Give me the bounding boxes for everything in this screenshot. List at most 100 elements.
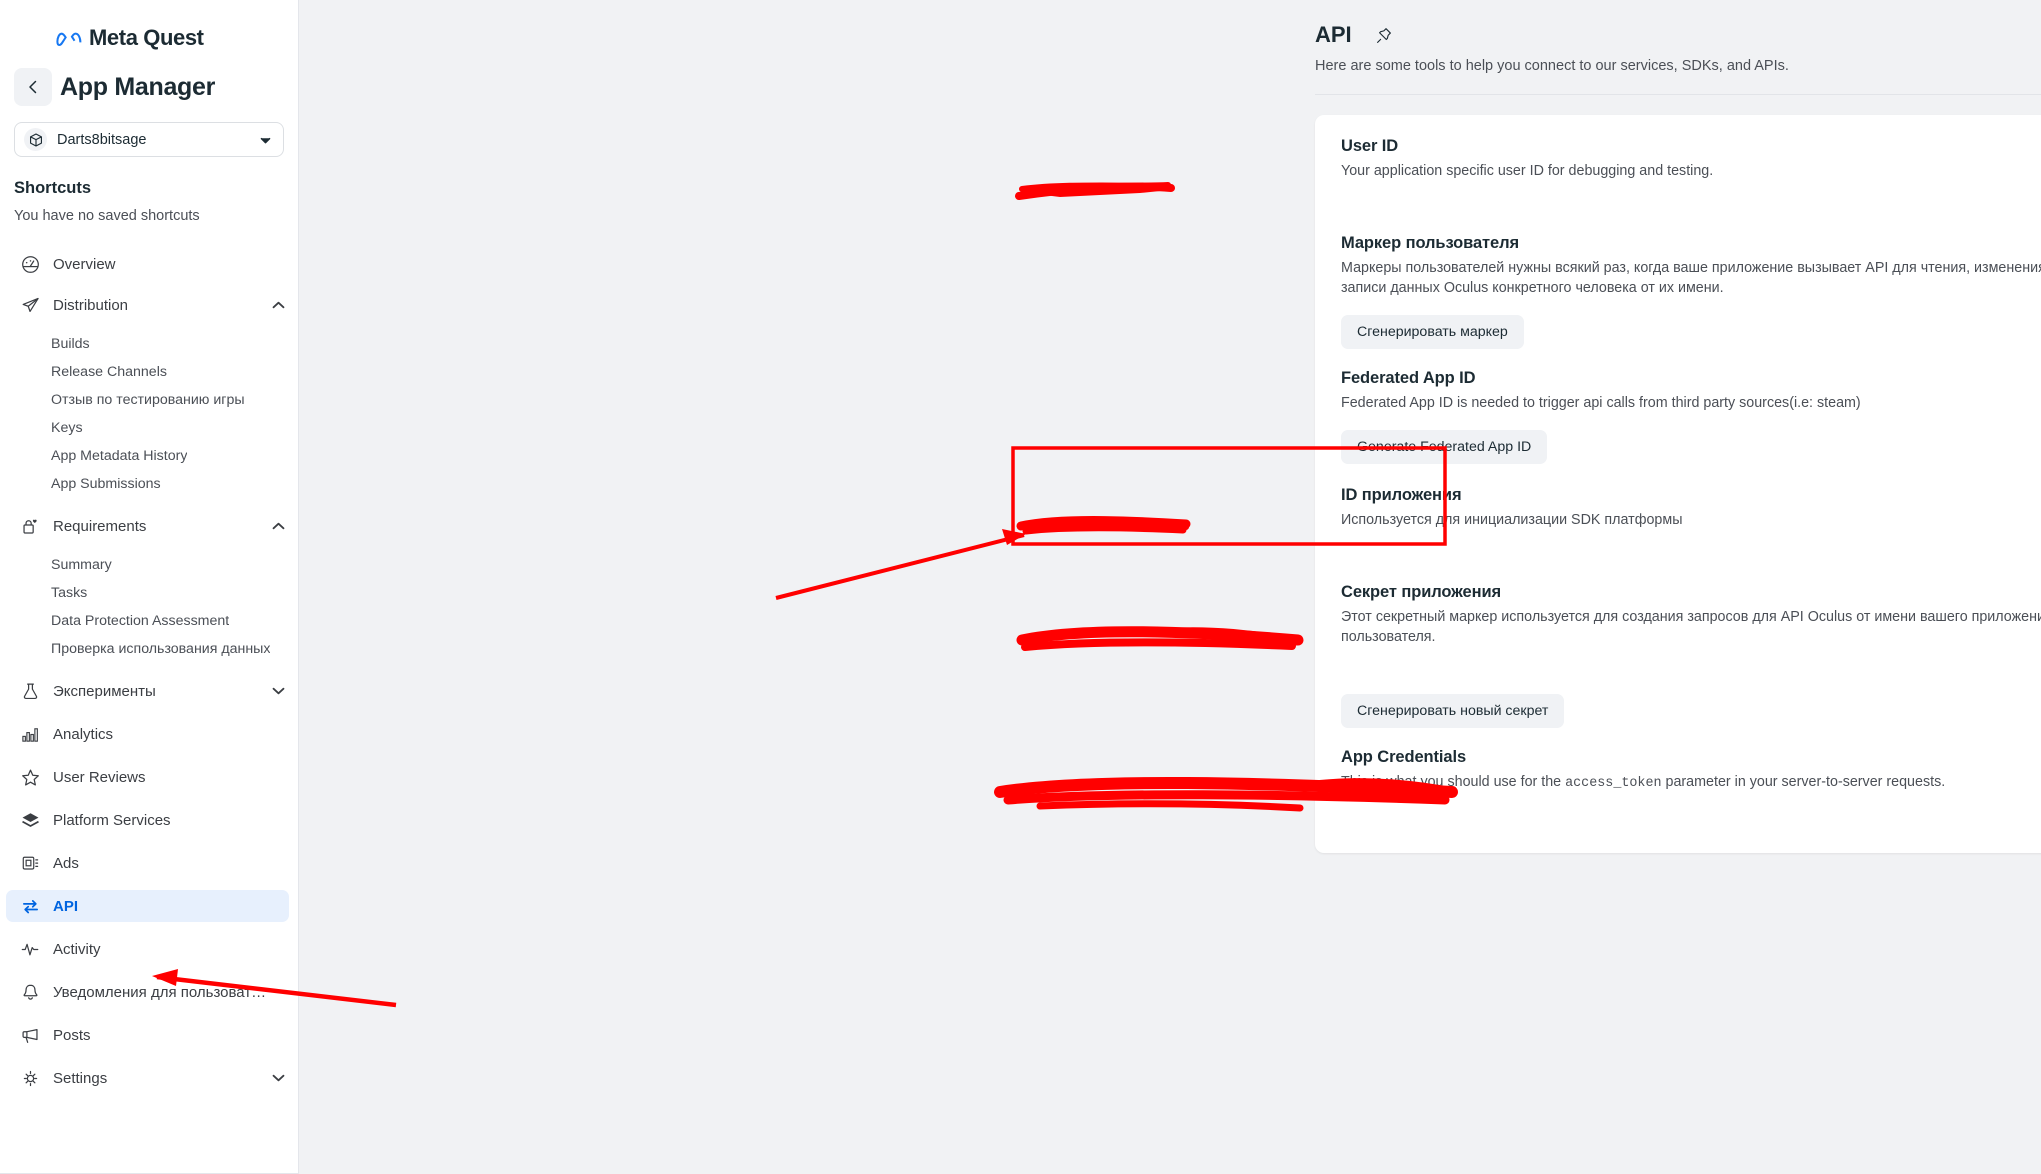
sidebar-subitem-label: Release Channels (51, 364, 167, 380)
back-button[interactable] (14, 68, 52, 106)
redacted-value-app-credentials (1341, 805, 2041, 829)
sidebar-item-requirements[interactable]: Requirements (6, 510, 289, 542)
pulse-icon (20, 939, 41, 960)
sidebar-item-experiments[interactable]: Эксперименты (6, 675, 289, 707)
sidebar-item-label: Posts (53, 1026, 91, 1044)
sidebar-item-builds[interactable]: Builds (6, 330, 289, 358)
credentials-desc-pre: This is what you should use for the (1341, 774, 1566, 791)
sidebar-item-activity[interactable]: Activity (6, 933, 289, 965)
chevron-left-icon (29, 80, 37, 94)
main-content: API Here are some tools to help you conn… (299, 0, 2041, 1174)
sidebar-item-keys[interactable]: Keys (6, 414, 289, 442)
section-heading: App Credentials (1341, 748, 1467, 767)
brand-name: Meta Quest (89, 25, 204, 50)
sidebar-subitem-label: Keys (51, 420, 83, 436)
sidebar: Meta Quest App Manager Darts8bitsage Sho… (0, 0, 299, 1174)
sidebar-item-label: Overview (53, 255, 116, 273)
access-token-code: access_token (1565, 776, 1662, 792)
section-description: Federated App ID is needed to trigger ap… (1341, 395, 1861, 412)
ads-icon (20, 853, 41, 874)
sidebar-item-label: Уведомления для пользоват… (53, 983, 267, 1001)
redacted-value-app-secret (1341, 660, 2041, 684)
sidebar-item-analytics[interactable]: Analytics (6, 718, 289, 750)
sidebar-item-distribution[interactable]: Distribution (6, 289, 289, 321)
sidebar-item-label: User Reviews (53, 768, 146, 786)
section-heading: Секрет приложения (1341, 582, 1502, 601)
header-divider (1315, 94, 2041, 95)
chevron-down-icon[interactable] (272, 682, 289, 700)
lock-heart-icon (20, 516, 41, 537)
api-page: API Here are some tools to help you conn… (299, 0, 2041, 854)
pushpin-icon[interactable] (1374, 25, 1395, 46)
bell-icon (20, 982, 41, 1003)
sidebar-item-app-metadata-history[interactable]: App Metadata History (6, 442, 289, 470)
sidebar-item-label: Эксперименты (53, 682, 156, 700)
section-heading: Маркер пользователя (1341, 233, 1519, 252)
flask-icon (20, 681, 41, 702)
paper-plane-icon (20, 295, 41, 316)
shortcuts-empty-state: You have no saved shortcuts (14, 208, 200, 224)
sidebar-item-api[interactable]: API (6, 890, 289, 922)
sidebar-item-label: Requirements (53, 517, 147, 535)
sidebar-item-label: Platform Services (53, 811, 171, 829)
megaphone-icon (20, 1025, 41, 1046)
generate-federated-app-id-button[interactable]: Generate Federated App ID (1341, 429, 1548, 464)
generate-user-token-button[interactable]: Сгенерировать маркер (1341, 315, 1524, 350)
sidebar-item-release-channels[interactable]: Release Channels (6, 358, 289, 386)
sidebar-item-data-use-checkup[interactable]: Проверка использования данных (6, 635, 289, 663)
section-federated-app-id: Federated App ID Federated App ID is nee… (1341, 369, 2041, 464)
section-app-id: ID приложения Используется для инициализ… (1341, 486, 2041, 567)
sidebar-item-data-protection-assessment[interactable]: Data Protection Assessment (6, 607, 289, 635)
section-description: Маркеры пользователей нужны всякий раз, … (1341, 259, 2041, 297)
brand: Meta Quest (0, 0, 298, 51)
section-app-secret: Секрет приложения Этот секретный маркер … (1341, 582, 2041, 729)
page-subtitle: Here are some tools to help you connect … (1315, 58, 1789, 74)
gear-icon (20, 1068, 41, 1089)
app-selector[interactable]: Darts8bitsage (14, 122, 284, 157)
sidebar-item-label: Settings (53, 1069, 108, 1087)
sidebar-subitem-label: Проверка использования данных (51, 641, 271, 657)
sidebar-item-posts[interactable]: Posts (6, 1019, 289, 1051)
sidebar-item-summary[interactable]: Summary (6, 551, 289, 579)
sidebar-item-ads[interactable]: Ads (6, 847, 289, 879)
credentials-desc-post: parameter in your server-to-server reque… (1661, 774, 1946, 791)
sidebar-item-settings[interactable]: Settings (6, 1062, 289, 1094)
sidebar-item-playtest-feedback[interactable]: Отзыв по тестированию игры (6, 386, 289, 414)
sidebar-item-overview[interactable]: Overview (6, 248, 289, 280)
sidebar-subitem-label: Data Protection Assessment (51, 613, 230, 629)
sidebar-item-app-submissions[interactable]: App Submissions (6, 470, 289, 498)
app-selector-value: Darts8bitsage (57, 131, 147, 148)
section-app-credentials: App Credentials This is what you should … (1341, 748, 2041, 829)
sidebar-subitem-label: Отзыв по тестированию игры (51, 392, 245, 408)
gauge-icon (20, 254, 41, 275)
section-heading: Federated App ID (1341, 369, 1476, 388)
section-user-id: User ID Your application specific user I… (1341, 137, 2041, 218)
star-icon (20, 767, 41, 788)
chevron-up-icon[interactable] (272, 296, 289, 314)
section-heading: User ID (1341, 137, 1399, 155)
swap-arrows-icon (20, 896, 41, 917)
sidebar-item-user-reviews[interactable]: User Reviews (6, 761, 289, 793)
sidebar-item-platform-services[interactable]: Platform Services (6, 804, 289, 836)
api-card: User ID Your application specific user I… (1315, 115, 2041, 854)
app-root: Meta Quest App Manager Darts8bitsage Sho… (0, 0, 2041, 1174)
sidebar-item-label: API (53, 897, 79, 915)
layers-icon (20, 810, 41, 831)
sidebar-item-tasks[interactable]: Tasks (6, 579, 289, 607)
section-description: This is what you should use for the acce… (1341, 772, 2041, 793)
chevron-down-icon (260, 131, 271, 149)
section-description: Your application specific user ID for de… (1341, 163, 1714, 179)
page-heading: API (1315, 22, 1352, 47)
cube-icon (24, 128, 47, 151)
section-heading: ID приложения (1341, 485, 1462, 504)
bar-chart-icon (20, 724, 41, 745)
chevron-up-icon[interactable] (272, 517, 289, 535)
sidebar-item-user-notifications[interactable]: Уведомления для пользоват… (6, 976, 289, 1008)
section-description: Используется для инициализации SDK платф… (1341, 511, 1683, 528)
section-description: Этот секретный маркер используется для с… (1341, 608, 2041, 646)
sidebar-subitem-label: Summary (51, 557, 112, 573)
section-user-token: Маркер пользователя Маркеры пользователе… (1341, 233, 2041, 350)
chevron-down-icon[interactable] (272, 1069, 289, 1087)
sidebar-subitem-label: Builds (51, 336, 90, 352)
generate-new-secret-button[interactable]: Сгенерировать новый секрет (1341, 694, 1565, 729)
